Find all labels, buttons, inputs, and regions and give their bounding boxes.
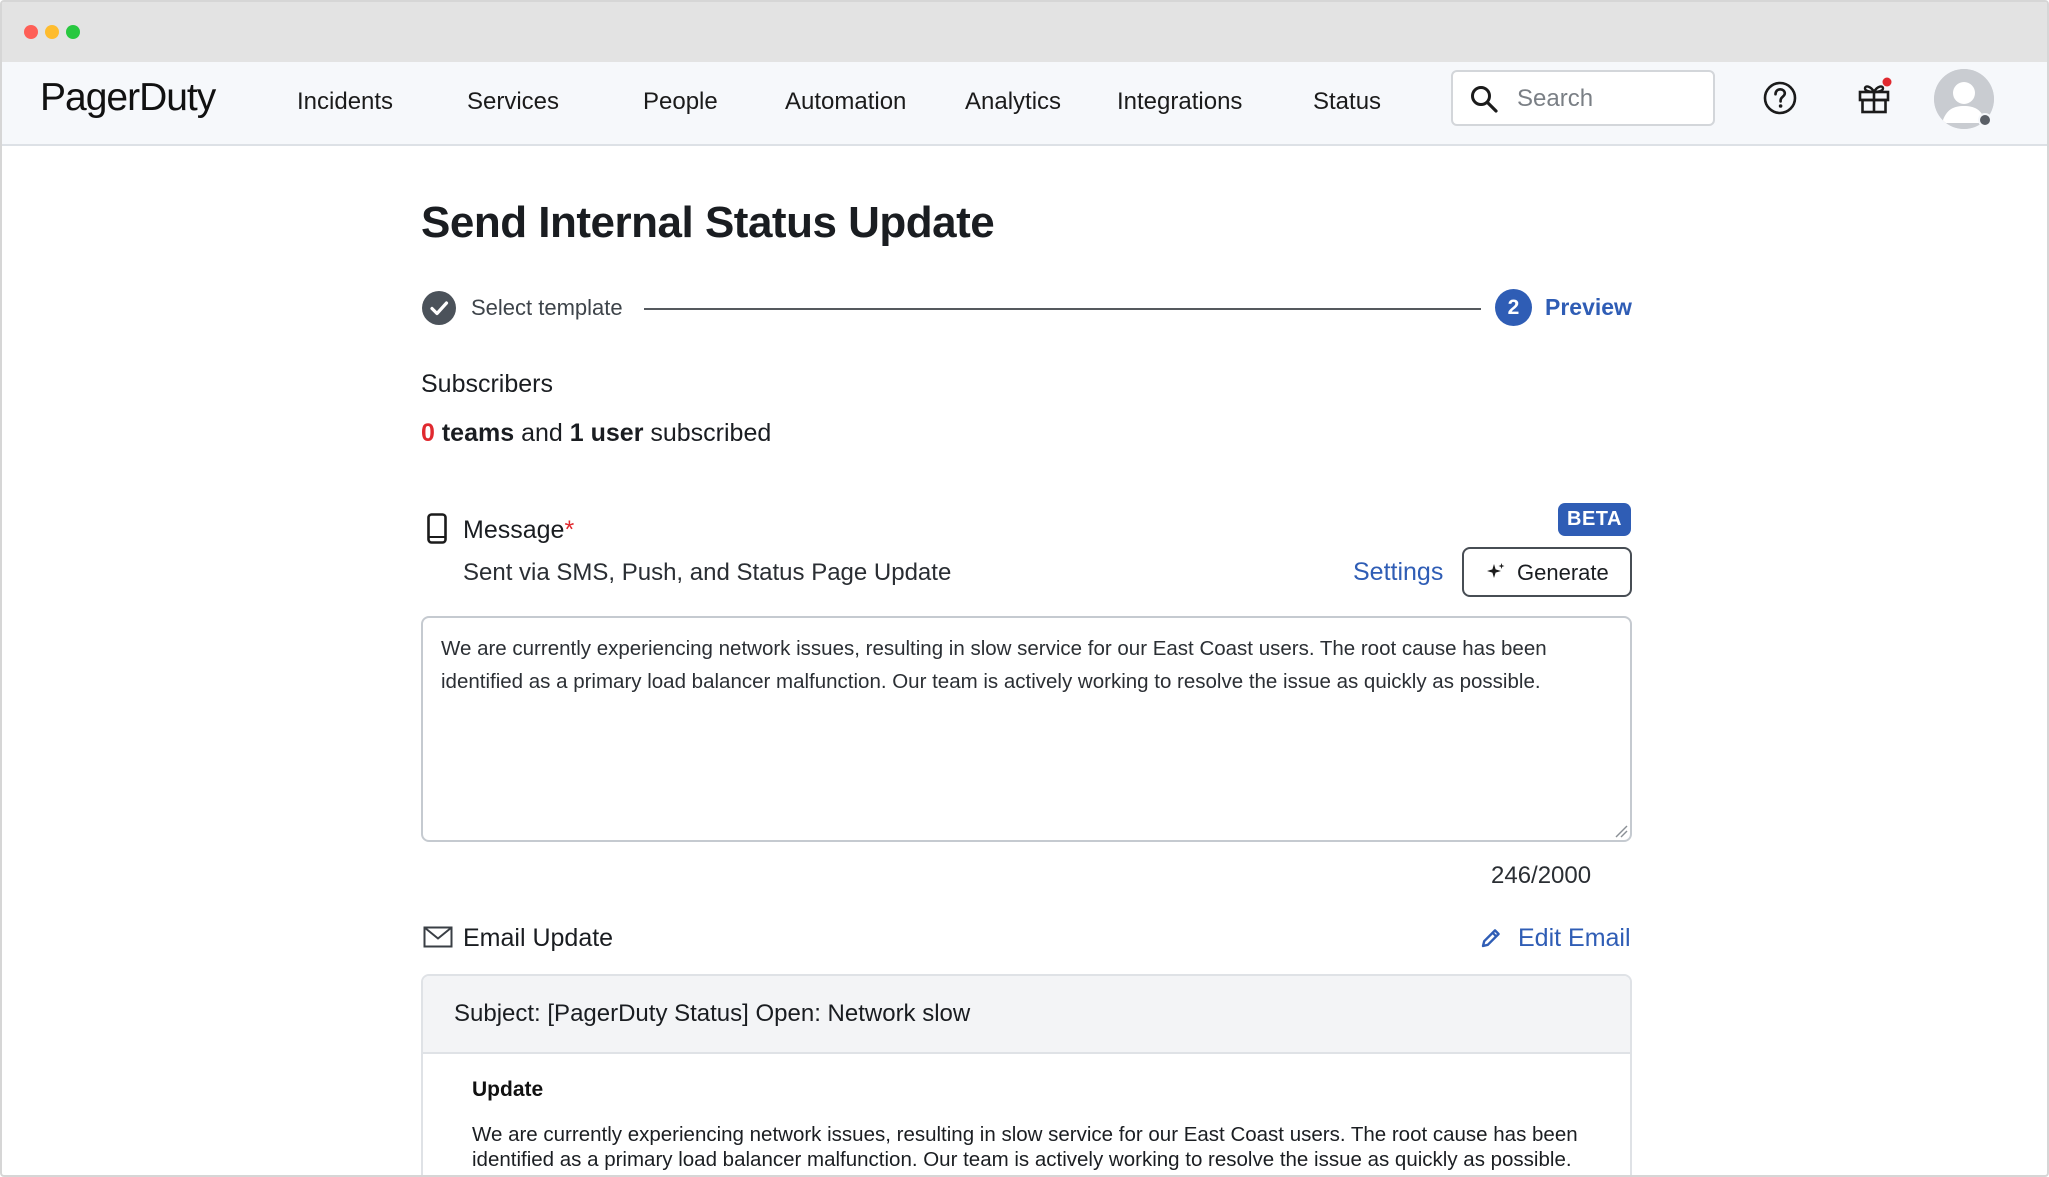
top-navigation: PagerDuty Incidents Services People Auto… (2, 62, 2047, 146)
email-body-heading: Update (472, 1078, 544, 1101)
subscribers-summary: 0 teams and 1 user subscribed (421, 419, 771, 448)
search-icon (1471, 86, 1498, 113)
generate-button[interactable]: Generate (1462, 547, 1632, 597)
search-input[interactable] (1515, 82, 1705, 116)
nav-item-incidents[interactable]: Incidents (297, 88, 393, 116)
email-subject-bar: Subject: [PagerDuty Status] Open: Networ… (423, 976, 1630, 1054)
email-preview-card: Subject: [PagerDuty Status] Open: Networ… (421, 974, 1632, 1175)
maximize-window-button[interactable] (66, 25, 80, 39)
required-marker: * (564, 516, 575, 544)
browser-titlebar (2, 2, 2047, 62)
users-count: 1 (569, 419, 584, 447)
teams-count: 0 (421, 419, 435, 447)
teams-word: teams (441, 419, 515, 447)
message-textarea[interactable] (421, 616, 1632, 842)
nav-item-services[interactable]: Services (467, 88, 559, 116)
sparkle-icon (1487, 563, 1505, 578)
and-word: and (521, 419, 563, 447)
close-window-button[interactable] (24, 25, 38, 39)
browser-window: PagerDuty Incidents Services People Auto… (0, 0, 2049, 1177)
generate-button-label: Generate (1517, 560, 1609, 585)
mobile-phone-icon (427, 513, 447, 544)
step-number-badge: 2 (1495, 289, 1532, 326)
message-label-text: Message (463, 516, 565, 544)
status-indicator (1978, 113, 1992, 127)
nav-item-people[interactable]: People (643, 88, 718, 116)
users-word: user (590, 419, 644, 447)
subscribed-word: subscribed (650, 419, 772, 447)
check-icon (430, 301, 449, 316)
step-preview: Preview (1545, 294, 1632, 320)
stepper-connector (644, 308, 1481, 310)
minimize-window-button[interactable] (45, 25, 59, 39)
step-select-template[interactable]: Select template (471, 295, 623, 321)
character-count: 246/2000 (1491, 862, 1592, 889)
page-title: Send Internal Status Update (421, 198, 995, 247)
gift-icon[interactable] (1854, 76, 1894, 116)
pencil-icon (1481, 929, 1500, 948)
search-box[interactable] (1451, 70, 1715, 126)
email-subject: Subject: [PagerDuty Status] Open: Networ… (454, 1000, 971, 1027)
beta-badge: BETA (1558, 503, 1631, 536)
email-update-label: Email Update (463, 924, 614, 952)
nav-item-analytics[interactable]: Analytics (965, 88, 1061, 116)
resize-handle-icon[interactable] (1614, 824, 1628, 838)
settings-link[interactable]: Settings (1353, 558, 1443, 587)
pagerduty-logo[interactable]: PagerDuty (40, 76, 216, 120)
notification-dot (1882, 77, 1892, 87)
nav-item-status[interactable]: Status (1313, 88, 1381, 116)
help-icon[interactable] (1762, 80, 1798, 116)
message-label: Message* (463, 516, 574, 545)
subscribers-heading: Subscribers (421, 370, 553, 398)
message-channels: Sent via SMS, Push, and Status Page Upda… (463, 559, 952, 586)
nav-item-integrations[interactable]: Integrations (1117, 88, 1242, 116)
step-complete-icon (422, 291, 456, 325)
email-body-text: We are currently experiencing network is… (472, 1123, 1578, 1171)
envelope-icon (423, 926, 453, 948)
edit-email-label: Edit Email (1518, 924, 1631, 952)
nav-item-automation[interactable]: Automation (785, 88, 906, 116)
